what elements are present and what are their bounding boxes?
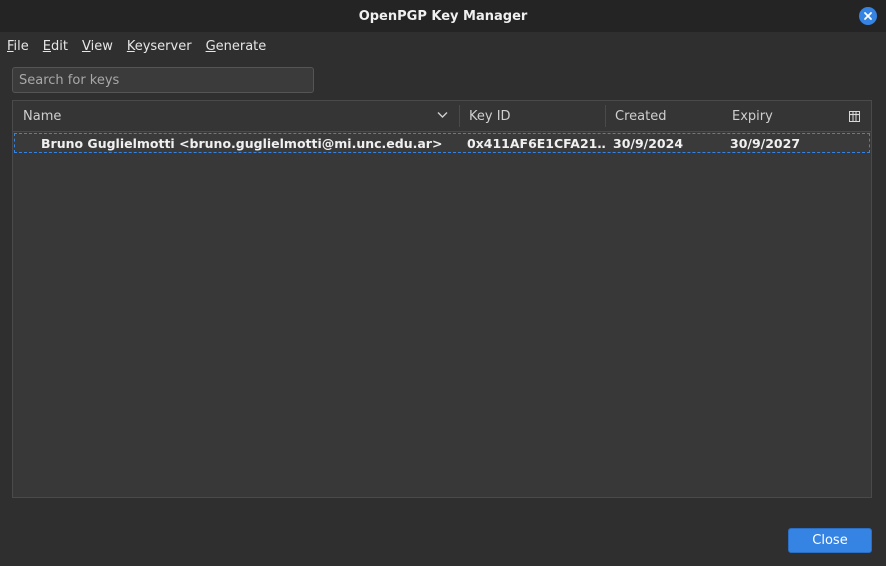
chevron-down-icon[interactable] [437,111,448,119]
key-tree[interactable]: Name Key ID Created Expiry Bruno Gugliel… [12,100,872,498]
menu-edit[interactable]: Edit [43,39,68,54]
column-header-expiry[interactable]: Expiry [732,101,842,131]
window-close-button[interactable] [859,7,877,25]
cell-created: 30/9/2024 [613,135,684,151]
search-input[interactable] [12,67,314,93]
menu-file[interactable]: File [7,39,29,54]
column-header-created[interactable]: Created [615,101,725,131]
cell-name: Bruno Guglielmotti <bruno.guglielmotti@m… [41,135,443,151]
column-separator[interactable] [605,105,606,127]
column-header-name[interactable]: Name [23,101,453,131]
cell-expiry: 30/9/2027 [730,135,801,151]
menu-view[interactable]: View [82,39,113,54]
close-icon [864,12,872,20]
column-picker-icon[interactable] [849,111,860,122]
window-title: OpenPGP Key Manager [358,8,528,24]
menu-bar: File Edit View Keyserver Generate [0,32,886,60]
cell-key-id: 0x411AF6E1CFA21… [467,135,605,151]
key-manager-window: OpenPGP Key Manager File Edit View Keyse… [0,0,886,566]
close-button[interactable]: Close [788,528,872,553]
title-bar: OpenPGP Key Manager [0,0,886,32]
menu-generate[interactable]: Generate [206,39,267,54]
tree-header: Name Key ID Created Expiry [13,101,871,132]
column-separator[interactable] [459,105,460,127]
table-row[interactable]: Bruno Guglielmotti <bruno.guglielmotti@m… [14,133,870,153]
menu-keyserver[interactable]: Keyserver [127,39,192,54]
column-header-key-id[interactable]: Key ID [469,101,599,131]
